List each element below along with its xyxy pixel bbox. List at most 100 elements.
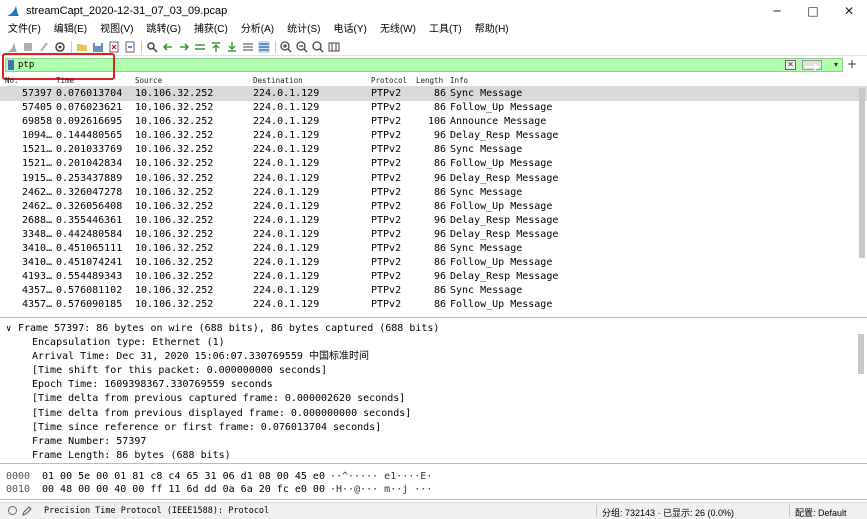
menu-edit[interactable]: 编辑(E) [49,22,92,38]
packet-no: 4357… [22,299,53,311]
maximize-button[interactable]: □ [795,0,831,22]
capture-options-icon[interactable] [54,41,66,53]
close-button[interactable]: ✕ [831,0,867,22]
first-packet-icon[interactable] [210,41,222,53]
packet-row[interactable]: 1521… 0.201042834 10.106.32.252 224.0.1.129… [0,157,867,171]
zoom-normal-icon[interactable] [312,40,324,53]
colorize-icon[interactable] [258,40,270,53]
open-file-icon[interactable] [76,41,88,53]
zoom-in-icon[interactable] [280,40,292,53]
packet-time: 0.326056408 [56,200,123,212]
autoscroll-icon[interactable] [242,41,254,53]
menu-file[interactable]: 文件(F) [3,22,46,38]
packet-length: 96 [433,228,446,240]
clear-filter-button[interactable]: ✕ [785,60,796,70]
profile-selector[interactable]: 配置: Default [795,506,847,519]
detail-line[interactable]: Frame Number: 57397 [0,435,867,449]
packet-time: 0.442480584 [56,228,123,240]
filter-history-dropdown[interactable]: ▾ [834,59,838,71]
go-back-icon[interactable] [162,41,174,53]
reload-file-icon[interactable] [124,41,136,53]
packet-protocol: PTPv2 [371,130,402,142]
detail-line[interactable]: Frame Length: 86 bytes (688 bits) [0,449,867,463]
packet-row[interactable]: 2462… 0.326056408 10.106.32.252 224.0.1.129… [0,200,867,214]
hex-row[interactable]: 0010 00 48 00 00 40 00 ff 11 6d dd 0a 6a… [0,483,867,496]
menu-capture[interactable]: 捕获(C) [189,22,233,38]
packet-row[interactable]: 1915… 0.253437889 10.106.32.252 224.0.1.129… [0,172,867,186]
col-header-source[interactable]: Source [135,76,162,85]
col-header-destination[interactable]: Destination [253,76,303,85]
hex-ascii[interactable]: ·H··@··· m··j ··· [330,483,432,496]
packet-row[interactable]: 3410… 0.451074241 10.106.32.252 224.0.1.129… [0,256,867,270]
hex-ascii[interactable]: ··^····· e1····E· [330,470,432,483]
packet-row[interactable]: 1094… 0.144480565 10.106.32.252 224.0.1.129… [0,129,867,143]
packet-source: 10.106.32.252 [135,299,214,311]
stop-capture-icon[interactable] [22,41,34,53]
go-forward-icon[interactable] [178,41,190,53]
col-header-protocol[interactable]: Protocol [371,76,407,85]
detail-line[interactable]: [Time shift for this packet: 0.000000000… [0,364,867,378]
display-filter-input[interactable]: ptp ✕ ▾ [5,58,843,72]
packet-source: 10.106.32.252 [135,88,214,99]
menu-tools[interactable]: 工具(T) [424,22,467,38]
capture-comment-icon[interactable] [22,506,32,516]
menu-wireless[interactable]: 无线(W) [375,22,421,38]
menu-go[interactable]: 跳转(G) [141,22,185,38]
packet-time: 0.451074241 [56,257,123,269]
col-header-length[interactable]: Length [416,76,443,85]
wireshark-fin-icon [7,6,19,16]
packet-row[interactable]: 3410… 0.451065111 10.106.32.252 224.0.1.129… [0,242,867,256]
packet-row[interactable]: 2462… 0.326047278 10.106.32.252 224.0.1.129… [0,186,867,200]
menu-view[interactable]: 视图(V) [95,22,138,38]
add-filter-button[interactable]: + [847,57,857,71]
packet-length: 96 [433,214,446,226]
detail-line[interactable]: [Time since reference or first frame: 0.… [0,421,867,435]
packet-source: 10.106.32.252 [135,243,214,255]
col-header-info[interactable]: Info [450,76,468,85]
details-frame-row[interactable]: ∨ Frame 57397: 86 bytes on wire (688 bits… [0,322,867,336]
menu-statistics[interactable]: 统计(S) [282,22,325,38]
detail-line[interactable]: [Time delta from previous displayed fram… [0,407,867,421]
resize-columns-icon[interactable] [328,41,340,53]
restart-capture-icon[interactable] [38,41,50,53]
collapse-caret-icon[interactable]: ∨ [6,322,18,336]
close-file-icon[interactable] [108,41,120,53]
find-packet-icon[interactable] [146,41,158,53]
packet-row[interactable]: 1521… 0.201033769 10.106.32.252 224.0.1.129… [0,143,867,157]
packet-source: 10.106.32.252 [135,271,214,283]
packet-no: 57397 [22,88,53,99]
detail-line[interactable]: Encapsulation type: Ethernet (1) [0,336,867,350]
packet-row[interactable]: 4357… 0.576090185 10.106.32.252 224.0.1.129… [0,298,867,312]
hex-bytes[interactable]: 00 48 00 00 40 00 ff 11 6d dd 0a 6a 20 f… [42,483,325,496]
packet-row[interactable]: 3348… 0.442480584 10.106.32.252 224.0.1.129… [0,228,867,242]
detail-line[interactable]: [Time delta from previous captured frame… [0,392,867,406]
expert-info-icon[interactable] [8,506,17,515]
save-file-icon[interactable] [92,41,104,53]
detail-line[interactable]: Epoch Time: 1609398367.330769559 seconds [0,378,867,392]
packet-row[interactable]: 4357… 0.576081102 10.106.32.252 224.0.1.129… [0,284,867,298]
go-to-packet-icon[interactable] [194,41,206,53]
packet-row[interactable]: 57405 0.076023621 10.106.32.252 224.0.1.129… [0,101,867,115]
packet-protocol: PTPv2 [371,200,402,212]
detail-line[interactable]: Arrival Time: Dec 31, 2020 15:06:07.3307… [0,350,867,364]
menu-analyze[interactable]: 分析(A) [236,22,279,38]
packet-list-scrollbar[interactable] [859,88,865,258]
packet-row[interactable]: 69858 0.092616695 10.106.32.252 224.0.1.129… [0,115,867,129]
last-packet-icon[interactable] [226,41,238,53]
menu-help[interactable]: 帮助(H) [470,22,514,38]
col-header-time[interactable]: Time [56,76,74,85]
packet-row[interactable]: 2688… 0.355446361 10.106.32.252 224.0.1.129… [0,214,867,228]
hex-offset: 0010 [6,484,31,495]
details-scrollbar[interactable] [858,334,864,374]
packet-row[interactable]: 4193… 0.554489343 10.106.32.252 224.0.1.129… [0,270,867,284]
hex-row[interactable]: 0000 01 00 5e 00 01 81 c8 c4 65 31 06 d1… [0,470,867,483]
start-capture-icon[interactable] [6,41,18,53]
apply-filter-button[interactable] [802,60,822,71]
minimize-button[interactable]: ─ [759,0,795,22]
col-header-no[interactable]: No. [5,76,19,85]
hex-bytes[interactable]: 01 00 5e 00 01 81 c8 c4 65 31 06 d1 08 0… [42,470,325,483]
packet-row[interactable]: 57397 0.076013704 10.106.32.252 224.0.1.129… [0,87,867,102]
packet-destination: 224.0.1.129 [253,144,320,156]
menu-telephony[interactable]: 电话(Y) [329,22,372,38]
zoom-out-icon[interactable] [296,40,308,53]
